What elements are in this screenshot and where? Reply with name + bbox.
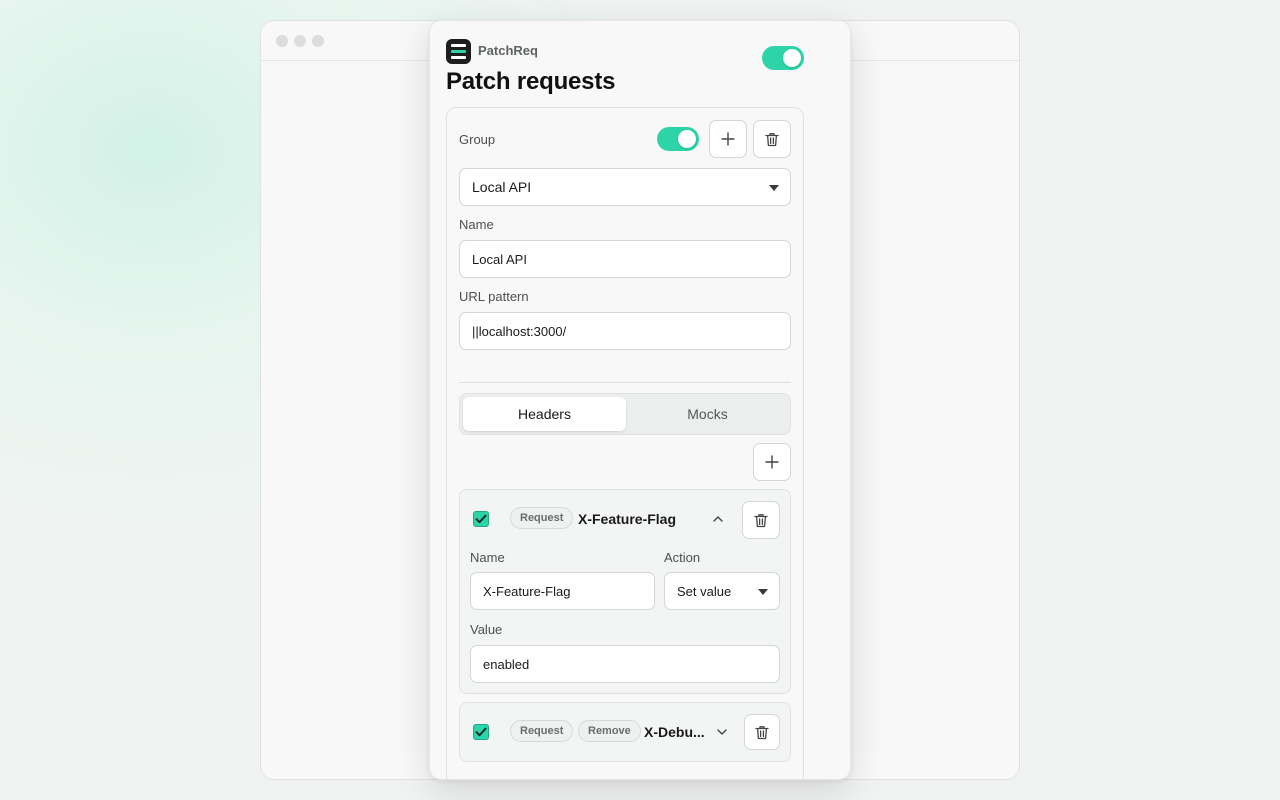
add-header-rule-button[interactable]: [753, 443, 791, 481]
app-logo-icon: [446, 39, 471, 64]
group-select-value: Local API: [472, 179, 532, 195]
group-select[interactable]: Local API: [459, 168, 791, 206]
rule-value-label: Value: [470, 622, 503, 637]
rule-action-label: Action: [664, 550, 701, 565]
trash-icon: [755, 725, 769, 739]
rule-name-label: Name: [470, 550, 505, 565]
rule-type-badge: Request: [510, 720, 574, 742]
rule-name-input[interactable]: X-Feature-Flag: [470, 572, 655, 610]
rule-type-badge: Request: [510, 507, 574, 529]
check-icon: [475, 727, 487, 737]
section-divider: [459, 382, 791, 383]
extension-popup: PatchReq Patch requests Group Local API …: [429, 20, 851, 780]
rule-value-value: enabled: [483, 656, 530, 672]
rule-header-name: X-Debu...: [644, 724, 705, 740]
header-rule-item: Request Remove X-Debu...: [459, 702, 791, 762]
delete-rule-button[interactable]: [744, 714, 780, 750]
rule-name-value: X-Feature-Flag: [483, 583, 571, 599]
header-rule-item: Request X-Feature-Flag Name X-Feature-Fl…: [459, 489, 791, 694]
tab-headers[interactable]: Headers: [463, 397, 626, 431]
chevron-down-icon[interactable]: [716, 726, 728, 738]
rule-action-value: Set value: [677, 583, 732, 599]
rule-enable-checkbox[interactable]: [473, 724, 489, 740]
page-title: Patch requests: [446, 68, 616, 95]
window-controls: [276, 35, 324, 47]
group-label: Group: [459, 132, 496, 147]
rule-action-select[interactable]: Set value: [664, 572, 780, 610]
url-pattern-input[interactable]: ||localhost:3000/: [459, 312, 791, 350]
zoom-window-dot[interactable]: [312, 35, 324, 47]
url-pattern-value: ||localhost:3000/: [472, 323, 567, 339]
group-name-input[interactable]: Local API: [459, 240, 791, 278]
rule-tabs: Headers Mocks: [459, 393, 791, 435]
rule-value-input[interactable]: enabled: [470, 645, 780, 683]
delete-rule-button[interactable]: [742, 501, 780, 539]
app-name: PatchReq: [478, 43, 538, 58]
url-pattern-label: URL pattern: [459, 289, 529, 304]
tab-mocks[interactable]: Mocks: [626, 397, 789, 431]
add-group-button[interactable]: [709, 120, 747, 158]
rule-enable-checkbox[interactable]: [473, 511, 489, 527]
global-enable-toggle[interactable]: [762, 46, 804, 70]
rule-action-badge: Remove: [578, 720, 641, 742]
plus-icon: [721, 132, 735, 146]
minimize-window-dot[interactable]: [294, 35, 306, 47]
rule-header-name: X-Feature-Flag: [578, 511, 677, 527]
group-name-label: Name: [459, 217, 494, 232]
check-icon: [475, 514, 487, 524]
group-enable-toggle[interactable]: [657, 127, 699, 151]
trash-icon: [765, 132, 779, 146]
trash-icon: [754, 513, 768, 527]
chevron-up-icon[interactable]: [712, 513, 724, 525]
group-name-value: Local API: [472, 251, 527, 267]
group-card: Group Local API Name Local API URL patte…: [446, 107, 804, 779]
plus-icon: [765, 455, 779, 469]
delete-group-button[interactable]: [753, 120, 791, 158]
close-window-dot[interactable]: [276, 35, 288, 47]
